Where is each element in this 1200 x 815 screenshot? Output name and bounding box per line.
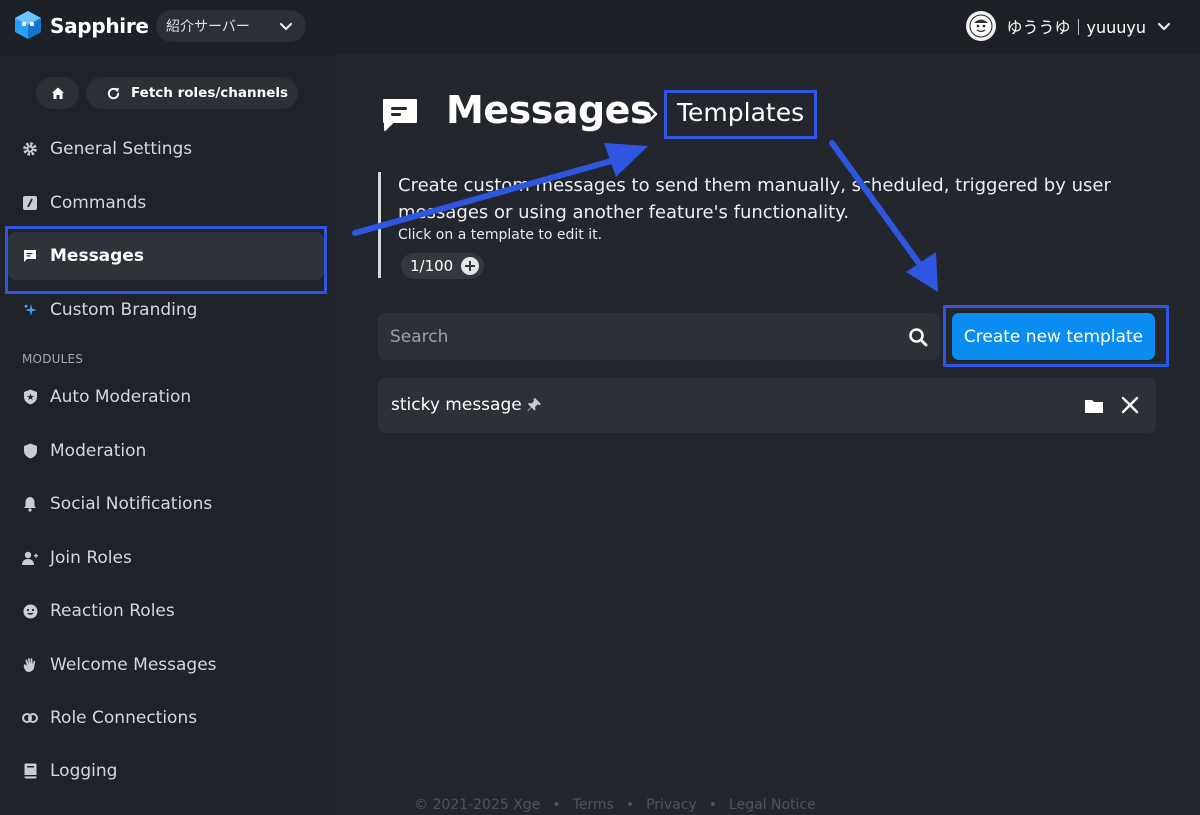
sidebar-item-label: Social Notifications <box>50 494 213 514</box>
sidebar-item-label: Moderation <box>50 441 147 461</box>
edit-hint: Click on a template to edit it. <box>398 227 603 243</box>
smiley-icon <box>22 603 38 619</box>
message-icon <box>383 99 417 131</box>
sidebar-item-role-connections[interactable]: Role Connections <box>8 694 324 742</box>
book-icon <box>22 763 38 779</box>
sidebar-item-auto-moderation[interactable]: Auto Moderation <box>8 373 324 421</box>
server-selector[interactable]: 紹介サーバー <box>156 10 306 42</box>
slash-command-icon <box>22 195 38 211</box>
chevron-right-icon <box>647 105 658 123</box>
shield-star-icon <box>22 389 38 405</box>
sidebar-item-label: Commands <box>50 193 147 213</box>
sidebar-item-welcome-messages[interactable]: Welcome Messages <box>8 641 324 689</box>
link-icon <box>22 710 38 726</box>
sidebar-item-logging[interactable]: Logging <box>8 747 324 795</box>
sparkle-icon <box>22 302 38 318</box>
home-button[interactable] <box>36 77 79 109</box>
server-name: 紹介サーバー <box>166 19 250 35</box>
sidebar-item-moderation[interactable]: Moderation <box>8 427 324 475</box>
shield-icon <box>22 443 38 459</box>
sidebar-item-label: Auto Moderation <box>50 387 192 407</box>
sidebar-item-label: Join Roles <box>50 548 132 568</box>
sidebar-item-reaction-roles[interactable]: Reaction Roles <box>8 587 324 635</box>
fetch-label: Fetch roles/channels <box>131 85 289 101</box>
template-name: sticky message <box>391 395 522 415</box>
avatar <box>966 11 997 41</box>
search-input[interactable] <box>378 313 898 360</box>
user-plus-icon <box>22 550 38 566</box>
chevron-down-icon <box>1157 22 1171 31</box>
sidebar-item-commands[interactable]: Commands <box>8 179 324 227</box>
sapphire-logo-icon[interactable] <box>13 10 43 40</box>
pin-icon <box>527 398 541 411</box>
brand-name[interactable]: Sapphire <box>50 14 149 38</box>
sidebar-item-label: Reaction Roles <box>50 601 175 621</box>
sidebar-item-label: Custom Branding <box>50 300 198 320</box>
sidebar: Fetch roles/channels General Settings Co… <box>0 54 336 815</box>
page-description: Create custom messages to send them manu… <box>398 175 1111 223</box>
search-box <box>378 313 940 360</box>
wave-hand-icon <box>22 657 38 673</box>
footer-link-privacy[interactable]: Privacy <box>646 797 697 813</box>
home-icon <box>51 87 64 99</box>
sidebar-item-social-notifications[interactable]: Social Notifications <box>8 480 324 528</box>
footer-link-terms[interactable]: Terms <box>573 797 614 813</box>
top-bar: Sapphire 紹介サーバー ゆううゆ｜yuuuyu <box>0 0 1200 54</box>
footer: © 2021-2025 Xge • Terms • Privacy • Lega… <box>414 797 816 813</box>
highlight-box-templates <box>664 90 817 139</box>
user-name: ゆううゆ｜yuuuyu <box>1006 18 1146 37</box>
sidebar-item-label: General Settings <box>50 139 193 159</box>
sidebar-item-label: Welcome Messages <box>50 655 217 675</box>
folder-icon[interactable] <box>1084 396 1104 416</box>
footer-separator: • <box>552 797 561 813</box>
avatar-face-icon <box>969 14 993 38</box>
footer-link-legal-notice[interactable]: Legal Notice <box>729 797 816 813</box>
highlight-box-create-button <box>943 305 1169 367</box>
template-count-badge: 1/100 <box>401 253 484 279</box>
fetch-roles-channels-button[interactable]: Fetch roles/channels <box>86 77 298 109</box>
sidebar-item-join-roles[interactable]: Join Roles <box>8 534 324 582</box>
sidebar-item-label: Role Connections <box>50 708 198 728</box>
bell-icon <box>22 496 38 512</box>
highlight-box-messages <box>5 226 327 294</box>
template-row[interactable]: sticky message <box>378 378 1156 433</box>
plus-circle-icon[interactable] <box>460 256 480 276</box>
user-menu[interactable]: ゆううゆ｜yuuuyu <box>966 11 1172 41</box>
page-title: Messages <box>446 88 653 132</box>
modules-section-label: MODULES <box>22 352 84 366</box>
template-count: 1/100 <box>410 257 454 275</box>
footer-separator: • <box>708 797 718 813</box>
search-icon[interactable] <box>908 327 928 347</box>
footer-separator: • <box>625 797 635 813</box>
gear-icon <box>22 141 38 157</box>
refresh-icon <box>107 87 120 99</box>
sidebar-item-general-settings[interactable]: General Settings <box>8 125 324 173</box>
footer-copyright: © 2021-2025 Xge <box>414 797 541 813</box>
sidebar-item-label: Logging <box>50 761 118 781</box>
description-block: Create custom messages to send them manu… <box>378 172 1138 279</box>
chevron-down-icon <box>279 22 293 31</box>
close-icon[interactable] <box>1120 395 1140 415</box>
